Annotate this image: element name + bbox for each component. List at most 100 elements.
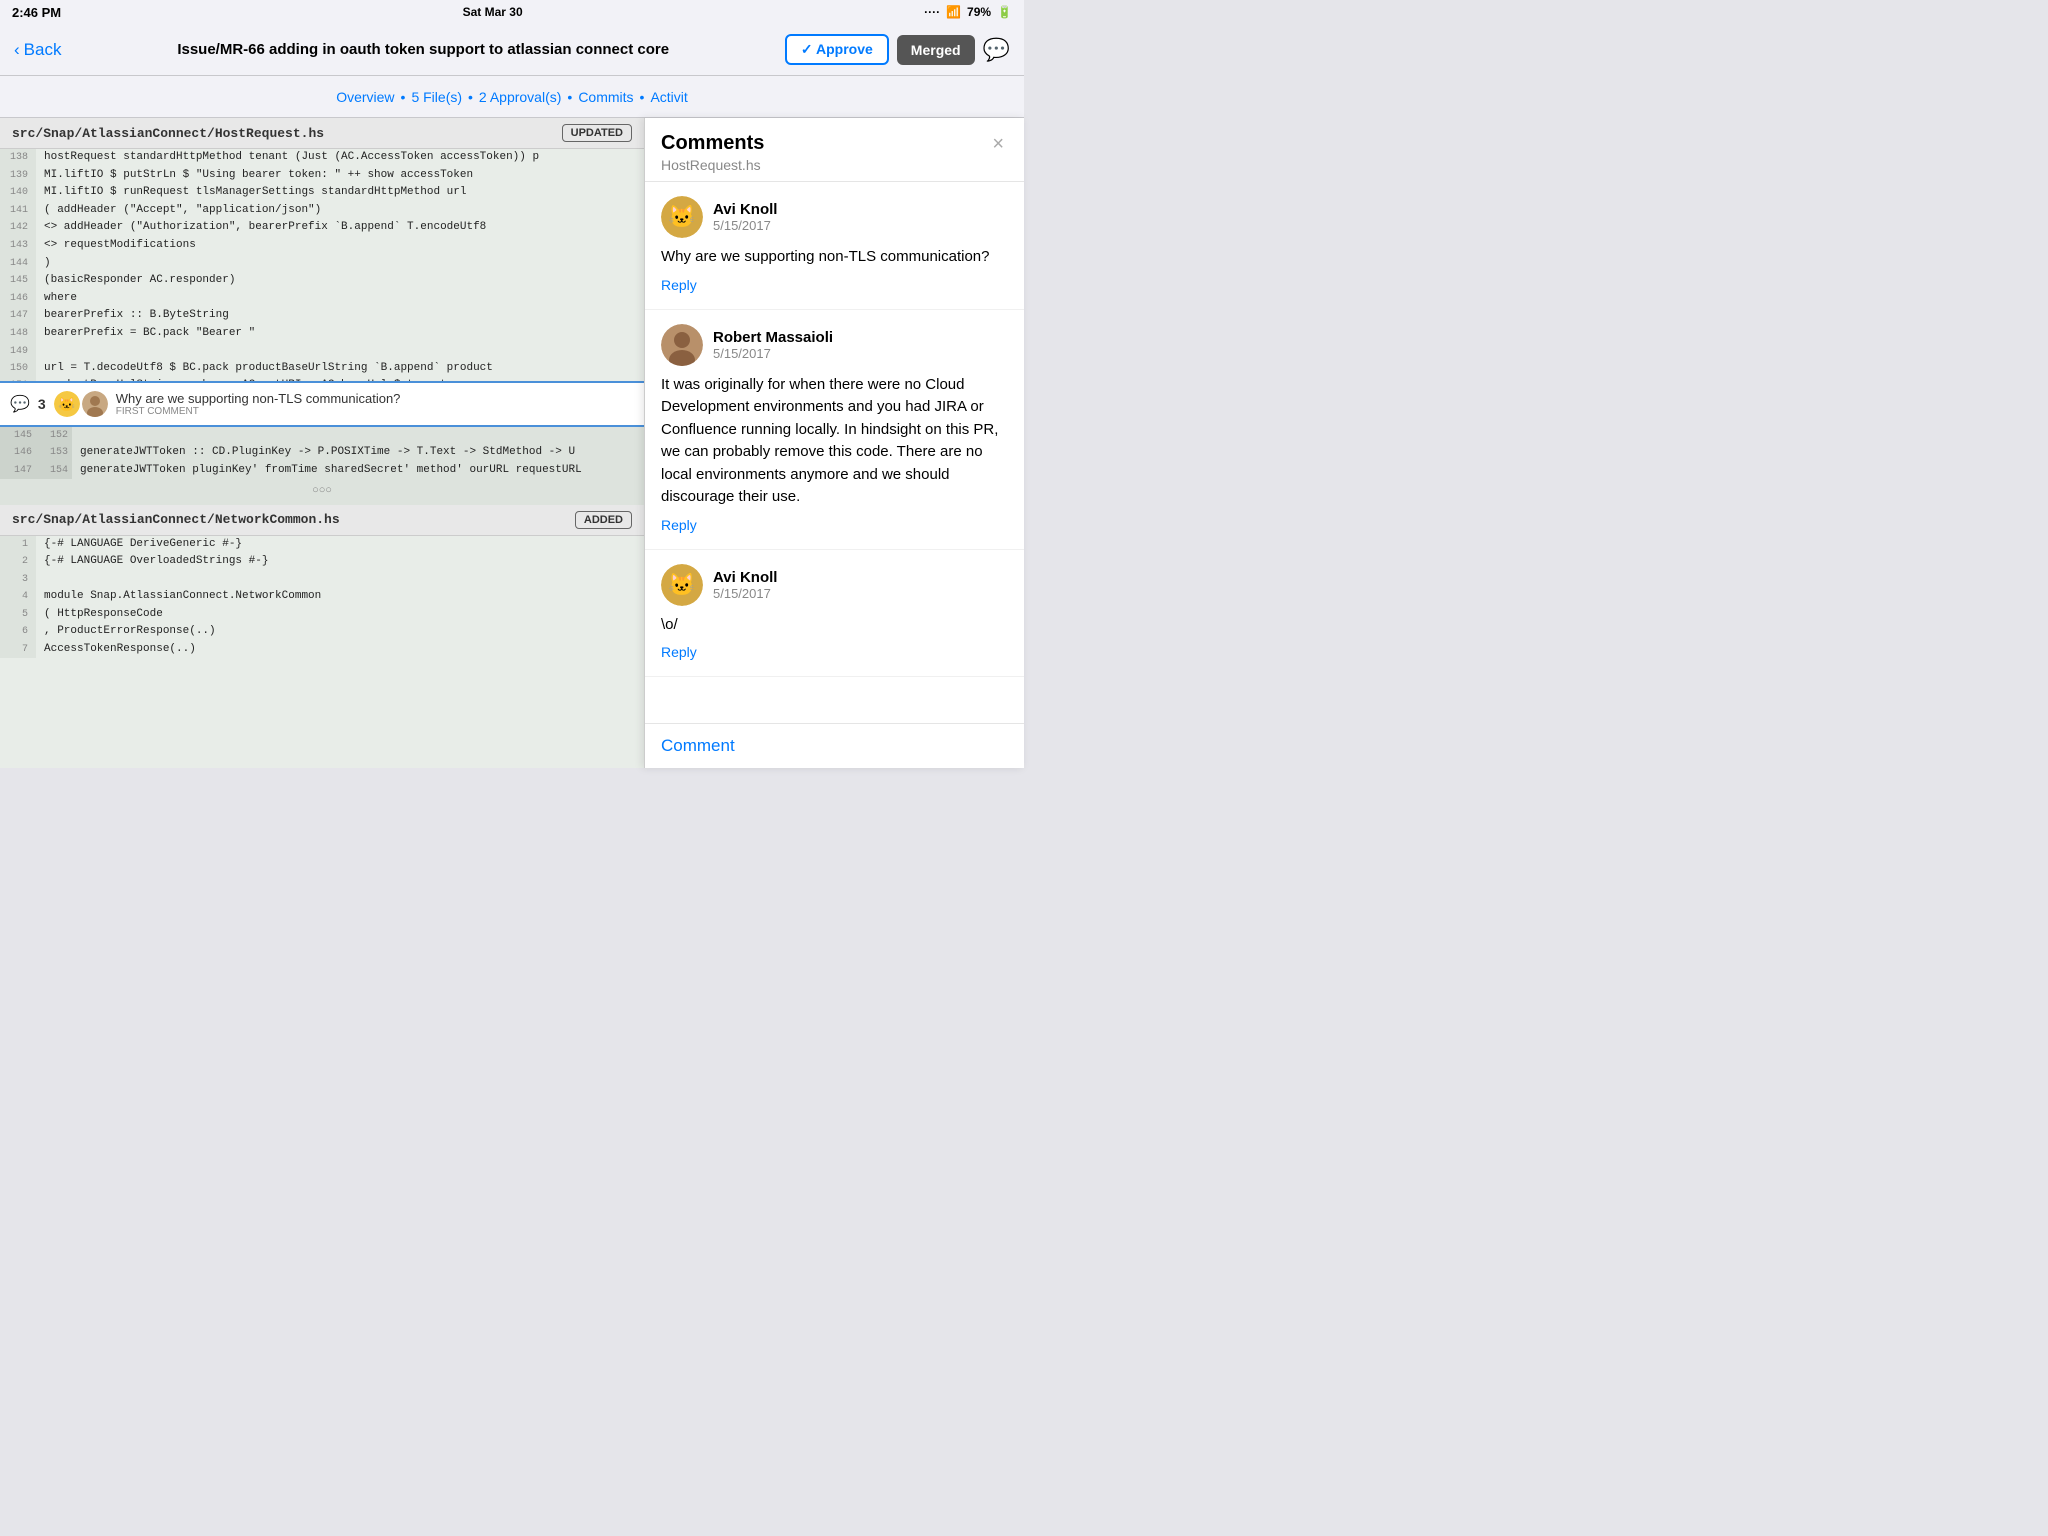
top-nav: ‹ Back Issue/MR-66 adding in oauth token… <box>0 24 1024 76</box>
tab-bar: Overview • 5 File(s) • 2 Approval(s) • C… <box>0 76 1024 118</box>
line-code: ) <box>36 255 51 273</box>
line-number: 142 <box>0 219 36 237</box>
chat-icon[interactable]: 💬 <box>983 37 1010 63</box>
line-code: <> requestModifications <box>36 237 196 255</box>
tab-approvals[interactable]: 2 Approval(s) <box>479 89 561 105</box>
line-number: 3 <box>0 571 36 588</box>
comment-preview-area: Why are we supporting non-TLS communicat… <box>116 391 401 417</box>
comment-button[interactable]: Comment <box>661 736 735 756</box>
line-code: hostRequest standardHttpMethod tenant (J… <box>36 149 539 167</box>
file1-header: src/Snap/AtlassianConnect/HostRequest.hs… <box>0 118 644 149</box>
tab-commits[interactable]: Commits <box>578 89 633 105</box>
close-button[interactable]: × <box>988 132 1008 156</box>
line-code: ( addHeader ("Accept", "application/json… <box>36 202 321 220</box>
code-line-pair2: 146 153 generateJWTToken :: CD.PluginKey… <box>0 444 644 462</box>
line-number: 6 <box>0 623 36 641</box>
approve-button[interactable]: ✓ Approve <box>785 34 889 65</box>
code-line: 3 <box>0 571 644 588</box>
comment-author-row: 🐱 Avi Knoll 5/15/2017 <box>661 196 1008 238</box>
line-number: 1 <box>0 536 36 554</box>
comment-item: Robert Massaioli 5/15/2017 It was origin… <box>645 310 1024 550</box>
comment-count: 3 <box>38 396 46 412</box>
line-number: 144 <box>0 255 36 273</box>
code-line: 139 MI.liftIO $ putStrLn $ "Using bearer… <box>0 167 644 185</box>
comment-item: 🐱 Avi Knoll 5/15/2017 \o/ Reply <box>645 550 1024 678</box>
comment-avatar <box>661 324 703 366</box>
line-code: bearerPrefix = BC.pack "Bearer " <box>36 325 255 343</box>
line-number: 138 <box>0 149 36 167</box>
line-number: 145 <box>0 272 36 290</box>
battery-icon: 🔋 <box>997 5 1012 19</box>
line-code: module Snap.AtlassianConnect.NetworkComm… <box>36 588 321 606</box>
file2-path: src/Snap/AtlassianConnect/NetworkCommon.… <box>12 512 340 527</box>
line-number: 5 <box>0 606 36 624</box>
line-number: 150 <box>0 360 36 378</box>
line-code: <> addHeader ("Authorization", bearerPre… <box>36 219 486 237</box>
line-number: 140 <box>0 184 36 202</box>
main-area: src/Snap/AtlassianConnect/HostRequest.hs… <box>0 118 1024 768</box>
line-number: 146 <box>0 290 36 308</box>
line-code: (basicResponder AC.responder) <box>36 272 235 290</box>
battery-label: 79% <box>967 5 991 19</box>
comment-text: \o/ <box>661 614 1008 637</box>
back-chevron-icon: ‹ <box>14 40 20 60</box>
comments-title: Comments <box>661 132 764 155</box>
comments-footer: Comment <box>645 723 1024 768</box>
line-number: 141 <box>0 202 36 220</box>
code-block-after-comment: 145 152 146 153 generateJWTToken :: CD.P… <box>0 427 644 505</box>
comment-date: 5/15/2017 <box>713 218 777 233</box>
wifi-icon: 📶 <box>946 5 961 19</box>
reply-button[interactable]: Reply <box>661 277 697 293</box>
comment-avatar-2 <box>82 391 108 417</box>
back-button[interactable]: ‹ Back <box>14 40 61 60</box>
line-code <box>36 571 44 588</box>
line-code: AccessTokenResponse(..) <box>36 641 196 659</box>
code-line: 1{-# LANGUAGE DeriveGeneric #-} <box>0 536 644 554</box>
tab-activity[interactable]: Activit <box>650 89 687 105</box>
code-line: 138hostRequest standardHttpMethod tenant… <box>0 149 644 167</box>
comment-meta: Avi Knoll 5/15/2017 <box>713 569 777 601</box>
comment-avatar-1: 🐱 <box>54 391 80 417</box>
code-line: 7 AccessTokenResponse(..) <box>0 641 644 659</box>
tab-overview[interactable]: Overview <box>336 89 394 105</box>
comment-text: It was originally for when there were no… <box>661 374 1008 509</box>
ellipsis: ○○○ <box>0 479 644 505</box>
code-line: 150 url = T.decodeUtf8 $ BC.pack product… <box>0 360 644 378</box>
line-number: 7 <box>0 641 36 659</box>
line-number: 143 <box>0 237 36 255</box>
line-code: where <box>36 290 77 308</box>
code-line: 149 <box>0 343 644 360</box>
line-code <box>36 343 44 360</box>
reply-button[interactable]: Reply <box>661 644 697 660</box>
code-line: 2{-# LANGUAGE OverloadedStrings #-} <box>0 553 644 571</box>
code-line: 141 ( addHeader ("Accept", "application/… <box>0 202 644 220</box>
code-block-1: 138hostRequest standardHttpMethod tenant… <box>0 149 644 381</box>
comment-author-name: Avi Knoll <box>713 569 777 586</box>
comment-avatars: 🐱 <box>54 391 108 417</box>
line-code: , ProductErrorResponse(..) <box>36 623 216 641</box>
merged-button[interactable]: Merged <box>897 35 975 65</box>
comment-author-row: Robert Massaioli 5/15/2017 <box>661 324 1008 366</box>
status-time: 2:46 PM <box>12 5 61 20</box>
comment-avatar: 🐱 <box>661 196 703 238</box>
svg-text:🐱: 🐱 <box>668 572 695 597</box>
code-line: 148 bearerPrefix = BC.pack "Bearer " <box>0 325 644 343</box>
status-icons: ···· 📶 79% 🔋 <box>924 5 1012 19</box>
line-code: bearerPrefix :: B.ByteString <box>36 307 229 325</box>
tab-files[interactable]: 5 File(s) <box>411 89 462 105</box>
comments-panel: Comments HostRequest.hs × 🐱 Avi Knoll 5/… <box>644 118 1024 768</box>
comment-first-label: FIRST COMMENT <box>116 406 401 417</box>
comment-date: 5/15/2017 <box>713 346 833 361</box>
comment-author-row: 🐱 Avi Knoll 5/15/2017 <box>661 564 1008 606</box>
comment-meta: Robert Massaioli 5/15/2017 <box>713 329 833 361</box>
line-number: 2 <box>0 553 36 571</box>
comments-subtitle: HostRequest.hs <box>661 157 764 173</box>
code-line: 142 <> addHeader ("Authorization", beare… <box>0 219 644 237</box>
signal-icon: ···· <box>924 5 940 19</box>
reply-button[interactable]: Reply <box>661 517 697 533</box>
comment-row[interactable]: 💬 3 🐱 Why are we su <box>0 381 644 427</box>
comment-avatar: 🐱 <box>661 564 703 606</box>
code-panel: src/Snap/AtlassianConnect/HostRequest.hs… <box>0 118 644 768</box>
comment-author-name: Robert Massaioli <box>713 329 833 346</box>
line-number: 4 <box>0 588 36 606</box>
